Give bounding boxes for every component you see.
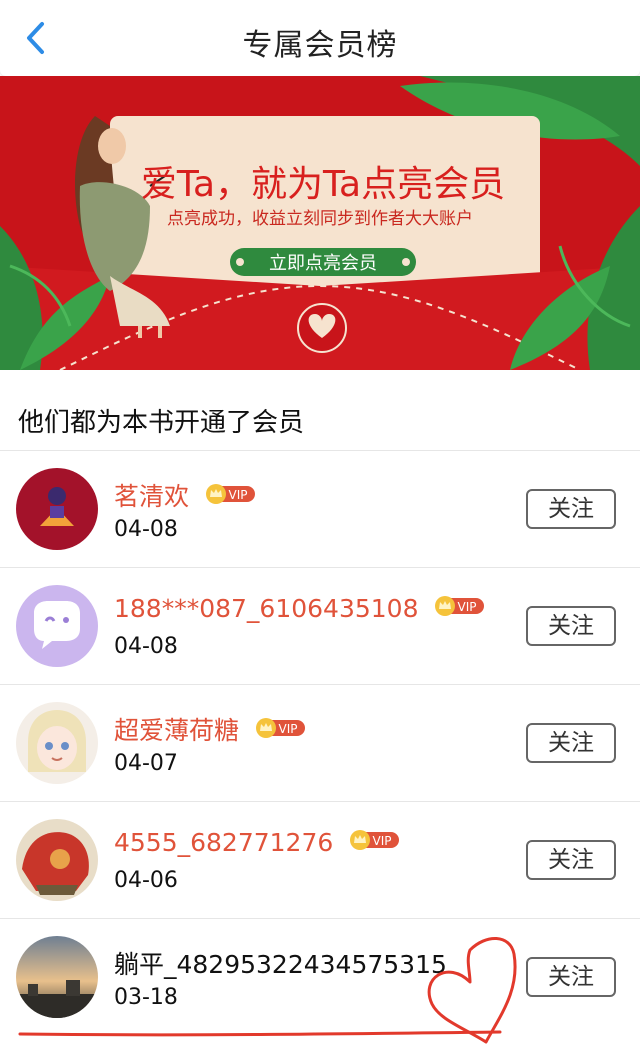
banner-illustration: 爱Ta，就为Ta点亮会员 点亮成功，收益立刻同步到作者大大账户 立即点亮会员 bbox=[0, 76, 640, 370]
member-date: 04-07 bbox=[114, 751, 178, 776]
page-title: 专属会员榜 bbox=[242, 28, 398, 63]
member-name: 4555_682771276 bbox=[114, 828, 334, 857]
avatar[interactable] bbox=[16, 585, 98, 667]
list-item[interactable]: 188***087_6106435108 VIP 04-08 关注 bbox=[0, 567, 640, 684]
follow-button[interactable]: 关注 bbox=[526, 840, 616, 880]
vip-badge: VIP bbox=[435, 596, 485, 616]
svg-text:VIP: VIP bbox=[458, 600, 477, 614]
member-name: 188***087_6106435108 bbox=[114, 594, 419, 623]
avatar[interactable] bbox=[16, 936, 98, 1018]
vip-badge: VIP bbox=[255, 718, 305, 738]
top-bar: 专属会员榜 bbox=[0, 0, 640, 76]
list-item[interactable]: 4555_682771276 VIP 04-06 关注 bbox=[0, 801, 640, 918]
svg-text:VIP: VIP bbox=[373, 834, 392, 848]
vip-badge: VIP bbox=[205, 484, 255, 504]
promo-banner[interactable]: 爱Ta，就为Ta点亮会员 点亮成功，收益立刻同步到作者大大账户 立即点亮会员 bbox=[0, 76, 640, 370]
list-item[interactable]: 超爱薄荷糖 VIP 04-07 关注 bbox=[0, 684, 640, 801]
list-item[interactable]: 躺平_48295322434575315 03-18 关注 bbox=[0, 918, 640, 1035]
svg-text:VIP: VIP bbox=[228, 488, 247, 502]
member-date: 04-06 bbox=[114, 868, 178, 893]
member-name: 超爱薄荷糖 bbox=[114, 716, 240, 745]
follow-button[interactable]: 关注 bbox=[526, 489, 616, 529]
avatar[interactable] bbox=[16, 468, 98, 550]
banner-cta-label[interactable]: 立即点亮会员 bbox=[269, 253, 377, 274]
member-list: 茗清欢 VIP 04-08 关注 188***087_6106435108 VI… bbox=[0, 450, 640, 1035]
svg-text:VIP: VIP bbox=[278, 722, 297, 736]
follow-button[interactable]: 关注 bbox=[526, 723, 616, 763]
follow-button[interactable]: 关注 bbox=[526, 957, 616, 997]
member-date: 03-18 bbox=[114, 985, 178, 1010]
member-date: 04-08 bbox=[114, 517, 178, 542]
avatar[interactable] bbox=[16, 819, 98, 901]
member-name: 躺平_48295322434575315 bbox=[114, 950, 447, 979]
list-item[interactable]: 茗清欢 VIP 04-08 关注 bbox=[0, 450, 640, 567]
banner-headline: 爱Ta，就为Ta点亮会员 bbox=[141, 164, 505, 205]
member-name: 茗清欢 bbox=[114, 482, 190, 511]
banner-subline: 点亮成功，收益立刻同步到作者大大账户 bbox=[167, 209, 473, 229]
follow-button[interactable]: 关注 bbox=[526, 606, 616, 646]
vip-badge: VIP bbox=[350, 830, 400, 850]
member-date: 04-08 bbox=[114, 634, 178, 659]
avatar[interactable] bbox=[16, 702, 98, 784]
section-title: 他们都为本书开通了会员 bbox=[18, 408, 305, 438]
